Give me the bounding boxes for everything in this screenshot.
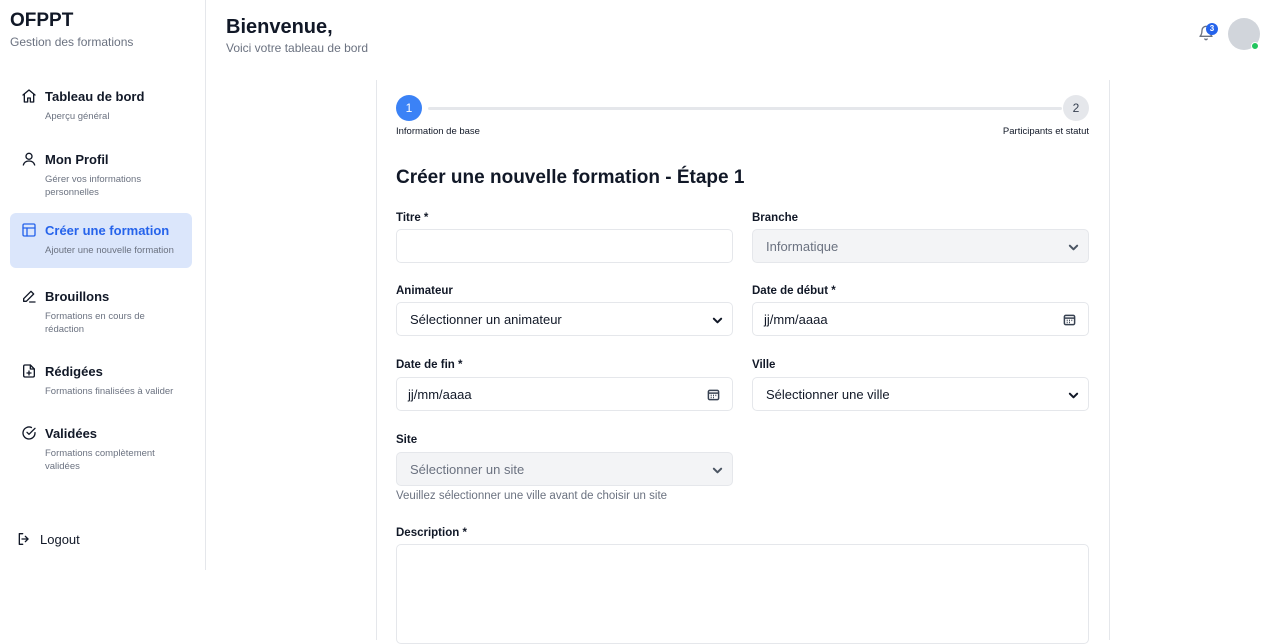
brand-title: OFPPT <box>10 10 74 31</box>
home-icon <box>20 87 38 105</box>
date-debut-input[interactable]: jj/mm/aaaa <box>752 302 1089 336</box>
sidebar-item-label: Rédigées <box>45 363 103 379</box>
form-title: Créer une nouvelle formation - Étape 1 <box>396 167 745 188</box>
animateur-select[interactable]: Sélectionner un animateur <box>396 302 733 336</box>
sidebar-item-label: Tableau de bord <box>45 88 145 104</box>
sidebar-item-desc: Formations finalisées à valider <box>45 386 174 397</box>
ville-label: Ville <box>752 359 776 371</box>
sidebar-item-label: Validées <box>45 425 98 441</box>
page-title: Bienvenue, <box>226 16 333 38</box>
layout-icon <box>20 221 38 239</box>
site-select[interactable]: Sélectionner un site <box>396 452 733 486</box>
sidebar-item-label: Mon Profil <box>45 151 109 167</box>
titre-input[interactable] <box>396 229 733 263</box>
sidebar-item-label: Brouillons <box>45 288 110 304</box>
animateur-label: Animateur <box>396 285 453 297</box>
description-label: Description * <box>396 527 467 539</box>
online-status-dot <box>1251 42 1259 50</box>
date-fin-input[interactable]: jj/mm/aaaa <box>396 377 733 411</box>
brand: OFPPT Gestion des formations <box>10 10 133 49</box>
branche-select[interactable]: Informatique <box>752 229 1089 263</box>
sidebar-item-validees[interactable]: Validées Formations complètement validée… <box>10 416 192 481</box>
page-subtitle: Voici votre tableau de bord <box>226 41 369 55</box>
sidebar-item-desc: Formations en cours de rédaction <box>45 311 145 335</box>
sidebar-item-creer-formation[interactable]: Créer une formation Ajouter une nouvelle… <box>10 213 192 268</box>
date-fin-value: jj/mm/aaaa <box>408 386 472 402</box>
chevron-down-icon <box>712 464 723 475</box>
sidebar: OFPPT Gestion des formations Tableau de … <box>0 0 206 570</box>
sidebar-item-desc: Aperçu général <box>45 111 110 122</box>
animateur-value: Sélectionner un animateur <box>410 311 562 327</box>
site-label: Site <box>396 434 418 446</box>
pencil-icon <box>20 287 38 305</box>
sidebar-item-mon-profil[interactable]: Mon Profil Gérer vos informations person… <box>10 142 192 207</box>
ville-select[interactable]: Sélectionner une ville <box>752 377 1089 411</box>
sidebar-item-redigees[interactable]: Rédigées Formations finalisées à valider <box>10 354 192 406</box>
branche-value: Informatique <box>766 238 839 254</box>
chevron-down-icon <box>1068 389 1079 400</box>
step-2-indicator: 2 <box>1063 95 1089 121</box>
stepper-track <box>428 107 1062 110</box>
sidebar-item-tableau-de-bord[interactable]: Tableau de bord Aperçu général <box>10 79 192 131</box>
titre-label: Titre * <box>396 212 429 224</box>
sidebar-item-label: Créer une formation <box>45 222 170 238</box>
sidebar-item-brouillons[interactable]: Brouillons Formations en cours de rédact… <box>10 279 192 344</box>
site-value: Sélectionner un site <box>410 461 525 477</box>
chevron-down-icon <box>712 314 723 325</box>
date-debut-value: jj/mm/aaaa <box>764 311 828 327</box>
sidebar-item-desc: Formations complètement validées <box>45 448 155 472</box>
notification-badge: 3 <box>1206 23 1218 35</box>
calendar-icon[interactable] <box>1063 313 1076 326</box>
step-1-label: Information de base <box>396 126 480 137</box>
logout-button[interactable]: Logout <box>16 531 80 547</box>
date-debut-label: Date de début * <box>752 285 836 297</box>
step-1-indicator: 1 <box>396 95 422 121</box>
brand-subtitle: Gestion des formations <box>10 35 134 49</box>
file-plus-icon <box>20 362 38 380</box>
sidebar-item-desc: Gérer vos informations personnelles <box>45 174 142 198</box>
user-icon <box>20 150 38 168</box>
ville-value: Sélectionner une ville <box>766 386 890 402</box>
date-fin-label: Date de fin * <box>396 359 463 371</box>
branche-label: Branche <box>752 212 799 224</box>
logout-label: Logout <box>40 531 80 547</box>
description-textarea[interactable] <box>396 544 1089 644</box>
step-2-label: Participants et statut <box>1002 126 1089 137</box>
sidebar-item-desc: Ajouter une nouvelle formation <box>45 245 174 256</box>
logout-icon <box>18 533 29 545</box>
site-helper-text: Veuillez sélectionner une ville avant de… <box>396 490 668 502</box>
calendar-icon[interactable] <box>707 388 720 401</box>
check-circle-icon <box>20 424 38 442</box>
chevron-down-icon <box>1068 241 1079 252</box>
